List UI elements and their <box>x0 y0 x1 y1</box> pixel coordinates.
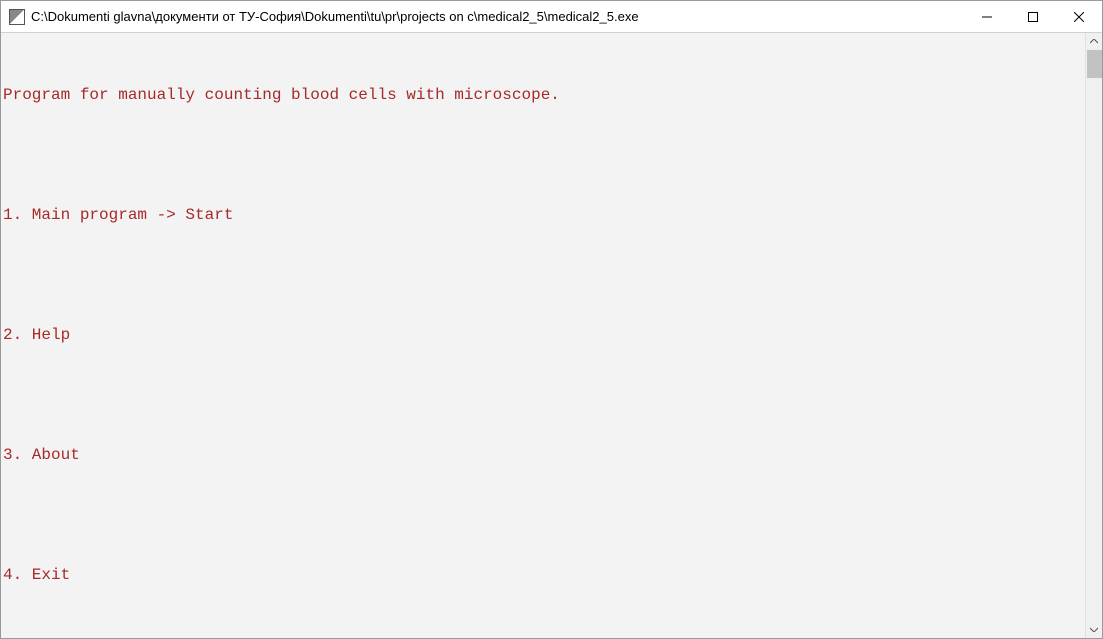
close-button[interactable] <box>1056 1 1102 32</box>
console-header: Program for manually counting blood cell… <box>3 85 1085 105</box>
close-icon <box>1074 12 1084 22</box>
chevron-up-icon <box>1090 39 1098 44</box>
minimize-button[interactable] <box>964 1 1010 32</box>
vertical-scrollbar[interactable] <box>1085 33 1102 638</box>
blank-line <box>3 505 1085 525</box>
chevron-down-icon <box>1090 627 1098 632</box>
blank-line <box>3 265 1085 285</box>
maximize-button[interactable] <box>1010 1 1056 32</box>
blank-line <box>3 145 1085 165</box>
scrollbar-thumb[interactable] <box>1087 50 1102 78</box>
app-icon <box>9 9 25 25</box>
menu-item-1: 1. Main program -> Start <box>3 205 1085 225</box>
menu-item-2: 2. Help <box>3 325 1085 345</box>
window-controls <box>964 1 1102 32</box>
window-title: C:\Dokumenti glavna\документи от ТУ-Софи… <box>31 9 964 24</box>
scroll-down-arrow[interactable] <box>1086 621 1102 638</box>
titlebar: C:\Dokumenti glavna\документи от ТУ-Софи… <box>1 1 1102 33</box>
menu-item-4: 4. Exit <box>3 565 1085 585</box>
console-area: Program for manually counting blood cell… <box>1 33 1102 638</box>
console-content[interactable]: Program for manually counting blood cell… <box>1 33 1085 638</box>
blank-line <box>3 385 1085 405</box>
maximize-icon <box>1028 12 1038 22</box>
blank-line <box>3 625 1085 638</box>
scroll-up-arrow[interactable] <box>1086 33 1102 50</box>
minimize-icon <box>982 12 992 22</box>
menu-item-3: 3. About <box>3 445 1085 465</box>
